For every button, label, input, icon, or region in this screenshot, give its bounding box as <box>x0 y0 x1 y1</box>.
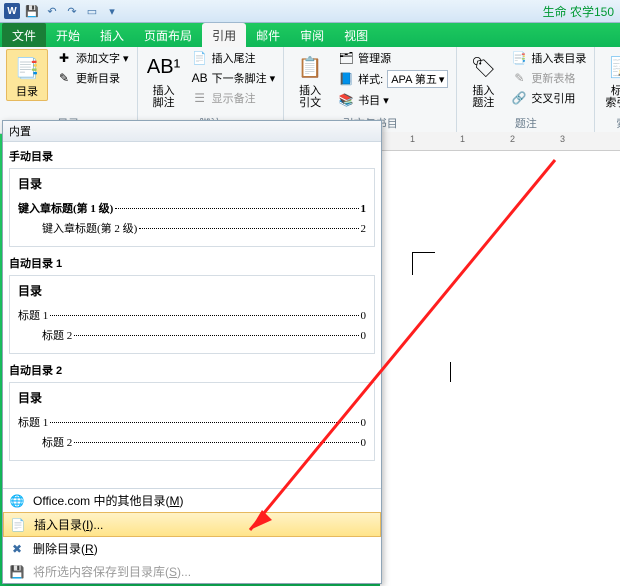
add-text-button[interactable]: ✚添加文字 ▾ <box>54 49 131 67</box>
document-area: 1 1 2 3 <box>380 132 620 586</box>
manage-sources-button[interactable]: 🗂管理源 <box>336 49 450 67</box>
gallery-section-auto1: 自动目录 1 <box>3 251 381 275</box>
show-notes-button[interactable]: ☰显示备注 <box>190 89 278 107</box>
tab-insert[interactable]: 插入 <box>90 23 134 47</box>
gallery-menu: 🌐 Office.com 中的其他目录(M) 📄 插入目录(I)... ✖ 删除… <box>3 488 381 583</box>
remove-toc-icon: ✖ <box>9 541 25 557</box>
page-corner <box>412 252 435 275</box>
tof-icon: 📑 <box>511 50 527 66</box>
citation-icon: 📋 <box>294 51 326 83</box>
insert-endnote-button[interactable]: 📄插入尾注 <box>190 49 278 67</box>
undo-icon[interactable]: ↶ <box>44 3 60 19</box>
tab-view[interactable]: 视图 <box>334 23 378 47</box>
gallery-preview-manual[interactable]: 目录 键入章标题(第 1 级)1 键入章标题(第 2 级)2 <box>9 168 375 247</box>
gallery-header: 内置 <box>3 121 381 142</box>
footnote-icon: AB¹ <box>148 51 180 83</box>
update-icon: ✎ <box>511 70 527 86</box>
ribbon-tabs: 文件 开始 插入 页面布局 引用 邮件 审阅 视图 <box>0 23 620 47</box>
save-icon[interactable]: 💾 <box>24 3 40 19</box>
gallery-preview-auto1[interactable]: 目录 标题 10 标题 20 <box>9 275 375 354</box>
update-toc-button[interactable]: ✎更新目录 <box>54 69 131 87</box>
menu-remove-toc[interactable]: ✖ 删除目录(R) <box>3 537 381 560</box>
plus-icon: ✚ <box>56 50 72 66</box>
tab-references[interactable]: 引用 <box>202 23 246 47</box>
tab-home[interactable]: 开始 <box>46 23 90 47</box>
gallery-section-auto2: 自动目录 2 <box>3 358 381 382</box>
endnote-icon: 📄 <box>192 50 208 66</box>
tab-page-layout[interactable]: 页面布局 <box>134 23 202 47</box>
chevron-down-icon: ▾ <box>439 73 445 86</box>
manage-icon: 🗂 <box>338 50 354 66</box>
tab-mailings[interactable]: 邮件 <box>246 23 290 47</box>
tab-file[interactable]: 文件 <box>2 23 46 47</box>
mark-entry-icon: 📝 <box>606 51 620 83</box>
insert-toc-icon: 📄 <box>10 517 26 533</box>
show-icon: ☰ <box>192 90 208 106</box>
menu-insert-toc[interactable]: 📄 插入目录(I)... <box>3 512 381 537</box>
qat-dropdown-icon[interactable]: ▾ <box>104 3 120 19</box>
ruler[interactable]: 1 1 2 3 <box>380 132 620 151</box>
mark-entry-button[interactable]: 📝 标记 索引项 <box>601 49 620 111</box>
update-table-button[interactable]: ✎更新表格 <box>509 69 588 87</box>
quick-access-toolbar: 💾 ↶ ↷ ▭ ▾ <box>24 3 120 19</box>
style-select[interactable]: 📘样式: APA 第五▾ <box>336 69 450 89</box>
cross-reference-button[interactable]: 🔗交叉引用 <box>509 89 588 107</box>
style-icon: 📘 <box>338 71 354 87</box>
next-footnote-button[interactable]: AB下一条脚注 ▾ <box>190 69 278 87</box>
gallery-preview-auto2[interactable]: 目录 标题 10 标题 20 <box>9 382 375 461</box>
redo-icon[interactable]: ↷ <box>64 3 80 19</box>
group-label-index: 索 <box>601 114 620 133</box>
app-icon: W <box>4 3 20 19</box>
save-gallery-icon: 💾 <box>9 564 25 580</box>
crossref-icon: 🔗 <box>511 90 527 106</box>
toc-gallery: 内置 手动目录 目录 键入章标题(第 1 级)1 键入章标题(第 2 级)2 自… <box>2 120 382 584</box>
menu-office-toc[interactable]: 🌐 Office.com 中的其他目录(M) <box>3 489 381 512</box>
toc-icon: 📑 <box>11 52 43 84</box>
group-label-captions: 题注 <box>463 114 588 133</box>
group-index: 📝 标记 索引项 索 <box>595 47 620 133</box>
refresh-icon: ✎ <box>56 70 72 86</box>
gallery-section-manual: 手动目录 <box>3 144 381 168</box>
menu-save-selection: 💾 将所选内容保存到目录库(S)... <box>3 560 381 583</box>
insert-caption-button[interactable]: 🏷 插入题注 <box>463 49 503 111</box>
insert-citation-button[interactable]: 📋 插入引文 <box>290 49 330 111</box>
insert-table-figures-button[interactable]: 📑插入表目录 <box>509 49 588 67</box>
text-cursor <box>450 362 451 382</box>
insert-footnote-button[interactable]: AB¹ 插入脚注 <box>144 49 184 111</box>
title-bar: W 💾 ↶ ↷ ▭ ▾ 生命 农学150 <box>0 0 620 23</box>
toc-button[interactable]: 📑 目录 <box>6 49 48 101</box>
new-icon[interactable]: ▭ <box>84 3 100 19</box>
office-icon: 🌐 <box>9 493 25 509</box>
document-title: 生命 农学150 <box>543 3 614 20</box>
next-icon: AB <box>192 70 208 86</box>
bibliography-button[interactable]: 📚书目 ▾ <box>336 91 450 109</box>
bibliography-icon: 📚 <box>338 92 354 108</box>
tab-review[interactable]: 审阅 <box>290 23 334 47</box>
caption-icon: 🏷 <box>467 51 499 83</box>
group-captions: 🏷 插入题注 📑插入表目录 ✎更新表格 🔗交叉引用 题注 <box>457 47 595 133</box>
